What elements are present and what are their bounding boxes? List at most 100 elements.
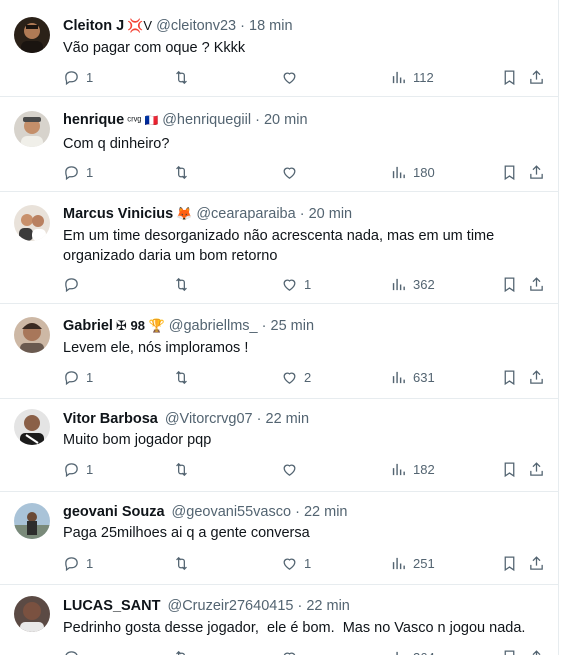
reply-tweet[interactable]: Vitor Barbosa @Vitorcrvg07 · 22 min Muito… <box>0 399 558 492</box>
meta-separator: · <box>293 598 307 614</box>
action-bar: 264 <box>63 647 548 655</box>
share-icon <box>530 369 543 384</box>
username-handle[interactable]: @Cruzeir27640415 <box>167 598 293 614</box>
bookmark-button[interactable] <box>501 274 518 294</box>
reply-button[interactable]: 1 <box>63 162 93 182</box>
display-name[interactable]: Vitor Barbosa <box>63 411 158 427</box>
retweet-icon <box>176 462 187 476</box>
reply-button[interactable]: 1 <box>63 67 93 87</box>
bookmark-button[interactable] <box>501 67 518 87</box>
timestamp[interactable]: 20 min <box>264 112 308 128</box>
bookmark-button[interactable] <box>501 367 518 387</box>
bookmark-icon <box>504 369 515 385</box>
timestamp[interactable]: 20 min <box>309 206 353 222</box>
retweet-button[interactable] <box>173 367 196 387</box>
reply-tweet[interactable]: Gabriel ✠ 98 🏆 @gabriellms_ · 25 min Levem… <box>0 304 558 399</box>
reply-icon <box>65 370 78 385</box>
like-icon <box>283 372 296 384</box>
share-button[interactable] <box>528 162 545 182</box>
username-handle[interactable]: @cearaparaiba <box>196 206 295 222</box>
avatar[interactable] <box>14 111 50 147</box>
avatar[interactable] <box>14 317 50 353</box>
display-name[interactable]: LUCAS_SANT <box>63 598 160 614</box>
bookmark-icon <box>504 649 515 655</box>
share-icon <box>530 461 543 476</box>
bookmark-button[interactable] <box>501 459 518 479</box>
share-button[interactable] <box>528 274 545 294</box>
reply-button[interactable] <box>63 647 86 655</box>
reply-button[interactable] <box>63 274 86 294</box>
share-icon <box>530 69 543 84</box>
username-handle[interactable]: @Vitorcrvg07 <box>165 411 253 427</box>
tweet-header: Marcus Vinicius 🦊 @cearaparaiba · 20 min <box>63 205 352 223</box>
reply-count: 1 <box>86 164 94 180</box>
retweet-button[interactable] <box>173 274 196 294</box>
views-button[interactable]: 182 <box>390 459 435 479</box>
display-name[interactable]: geovani Souza <box>63 504 165 520</box>
reply-tweet[interactable]: Marcus Vinicius 🦊 @cearaparaiba · 20 min E… <box>0 192 558 304</box>
avatar[interactable] <box>14 596 50 632</box>
reply-tweet[interactable]: geovani Souza @geovani55vasco · 22 min Pa… <box>0 492 558 585</box>
display-name[interactable]: henrique <box>63 112 124 128</box>
reply-button[interactable]: 1 <box>63 553 93 573</box>
meta-separator: · <box>252 411 266 427</box>
timestamp[interactable]: 25 min <box>271 318 315 334</box>
timestamp[interactable]: 22 min <box>304 504 348 520</box>
timestamp[interactable]: 22 min <box>306 598 350 614</box>
share-button[interactable] <box>528 553 545 573</box>
like-button[interactable] <box>281 67 304 87</box>
retweet-icon <box>176 556 187 570</box>
action-bar: 1 180 <box>63 162 548 182</box>
bookmark-icon <box>504 276 515 292</box>
display-name[interactable]: Cleiton J <box>63 18 124 34</box>
views-button[interactable]: 362 <box>390 274 435 294</box>
reply-tweet[interactable]: LUCAS_SANT @Cruzeir27640415 · 22 min Pedr… <box>0 585 558 655</box>
timestamp[interactable]: 18 min <box>249 18 293 34</box>
reply-tweet[interactable]: Cleiton J 💢V @cleitonv23 · 18 min Vão paga… <box>0 0 558 97</box>
tweet-header: Gabriel ✠ 98 🏆 @gabriellms_ · 25 min <box>63 317 314 335</box>
username-handle[interactable]: @cleitonv23 <box>156 18 236 34</box>
views-button[interactable]: 112 <box>390 67 434 87</box>
like-button[interactable]: 1 <box>281 274 311 294</box>
views-button[interactable]: 180 <box>390 162 435 182</box>
tweet-header: LUCAS_SANT @Cruzeir27640415 · 22 min <box>63 597 350 615</box>
reply-tweet[interactable]: henrique ᶜʳᵛᵍ 🇫🇷 @henriquegiil · 20 min Co… <box>0 97 558 192</box>
avatar[interactable] <box>14 409 50 445</box>
like-button[interactable] <box>281 459 304 479</box>
like-button[interactable] <box>281 647 304 655</box>
bookmark-button[interactable] <box>501 553 518 573</box>
bookmark-button[interactable] <box>501 162 518 182</box>
retweet-button[interactable] <box>173 647 196 655</box>
reply-button[interactable]: 1 <box>63 459 93 479</box>
username-handle[interactable]: @henriquegiil <box>162 112 251 128</box>
share-button[interactable] <box>528 67 545 87</box>
reply-button[interactable]: 1 <box>63 367 93 387</box>
share-button[interactable] <box>528 647 545 655</box>
share-button[interactable] <box>528 459 545 479</box>
share-icon <box>530 164 543 179</box>
like-button[interactable]: 2 <box>281 367 311 387</box>
views-button[interactable]: 264 <box>390 647 435 655</box>
username-handle[interactable]: @geovani55vasco <box>172 504 292 520</box>
bookmark-button[interactable] <box>501 647 518 655</box>
avatar[interactable] <box>14 17 50 53</box>
timestamp[interactable]: 22 min <box>266 411 310 427</box>
action-bar: 1 182 <box>63 459 548 479</box>
reply-count: 1 <box>86 369 94 385</box>
like-button[interactable]: 1 <box>281 553 311 573</box>
retweet-button[interactable] <box>173 553 196 573</box>
username-handle[interactable]: @gabriellms_ <box>169 318 258 334</box>
share-button[interactable] <box>528 367 545 387</box>
display-name[interactable]: Marcus Vinicius <box>63 206 173 222</box>
avatar[interactable] <box>14 503 50 539</box>
retweet-button[interactable] <box>173 459 196 479</box>
retweet-button[interactable] <box>173 162 196 182</box>
tweet-text: Em um time desorganizado não acrescenta … <box>63 228 495 264</box>
display-name[interactable]: Gabriel <box>63 318 113 334</box>
avatar[interactable] <box>14 205 50 241</box>
like-button[interactable] <box>281 162 304 182</box>
name-badge: 🦊 <box>176 206 193 221</box>
views-button[interactable]: 631 <box>390 367 435 387</box>
retweet-button[interactable] <box>173 67 196 87</box>
views-button[interactable]: 251 <box>390 553 435 573</box>
